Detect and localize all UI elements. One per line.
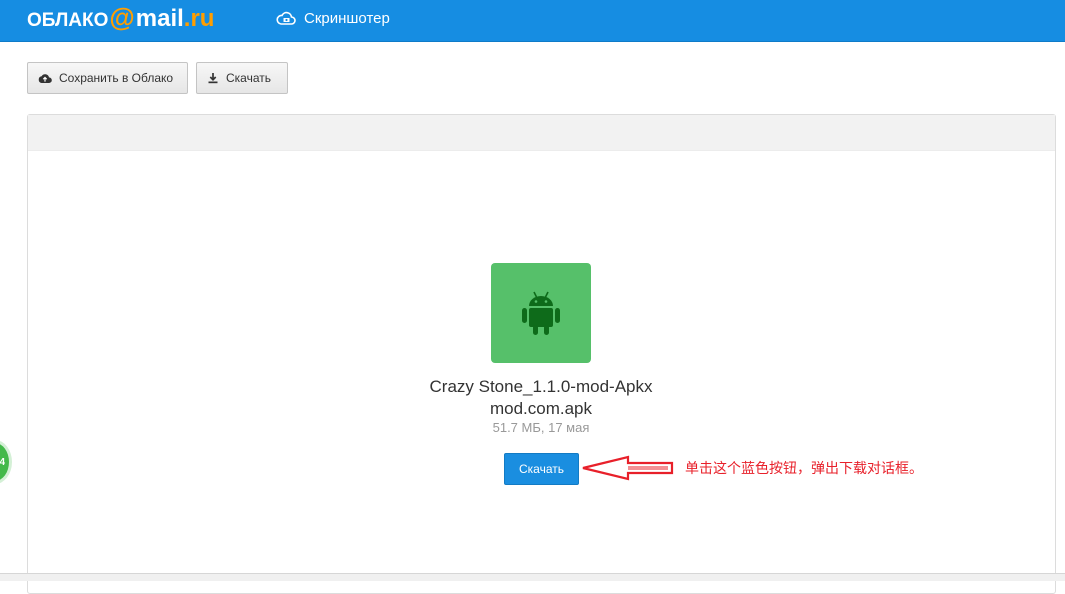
- top-bar: ОБЛАКО @ mail .ru Скриншотер: [0, 0, 1065, 42]
- download-icon: [208, 73, 218, 84]
- logo-part-mail: mail: [135, 5, 184, 32]
- download-toolbar-label: Скачать: [226, 71, 271, 85]
- panel-header: [28, 115, 1055, 151]
- save-to-cloud-label: Сохранить в Облако: [59, 71, 174, 85]
- file-size-date: 51.7 МБ, 17 мая: [492, 420, 590, 435]
- download-file-button[interactable]: Скачать: [504, 453, 579, 485]
- logo-at: @: [109, 2, 135, 32]
- file-type-tile: [491, 263, 591, 363]
- file-preview-panel: Crazy Stone_1.1.0-mod-Apkx mod.com.apk 5…: [27, 114, 1056, 594]
- file-name-line-1: Crazy Stone_1.1.0-mod-Apkx: [429, 377, 653, 396]
- annotation-arrow-icon: [582, 455, 674, 481]
- status-bar: [0, 573, 1065, 581]
- logo-part-oblako: ОБЛАКО: [27, 10, 109, 31]
- file-name: Crazy Stone_1.1.0-mod-Apkx mod.com.apk: [378, 376, 704, 420]
- side-badge-digit: 4: [0, 457, 5, 468]
- save-to-cloud-button[interactable]: Сохранить в Облако: [27, 62, 188, 94]
- cloud-camera-icon: [276, 11, 296, 25]
- screenshoter-label: Скриншотер: [304, 9, 390, 27]
- oblako-mail-logo[interactable]: ОБЛАКО @ mail .ru: [27, 4, 214, 34]
- download-toolbar-button[interactable]: Скачать: [196, 62, 288, 94]
- android-icon: [522, 291, 560, 335]
- logo-part-ru: .ru: [183, 5, 215, 32]
- file-name-line-2: mod.com.apk: [489, 399, 593, 418]
- side-floating-badge[interactable]: 4: [0, 440, 12, 484]
- screenshoter-link[interactable]: Скриншотер: [276, 8, 390, 28]
- cloud-upload-icon: [38, 74, 52, 83]
- annotation-text: 单击这个蓝色按钮，弹出下载对话框。: [685, 461, 923, 477]
